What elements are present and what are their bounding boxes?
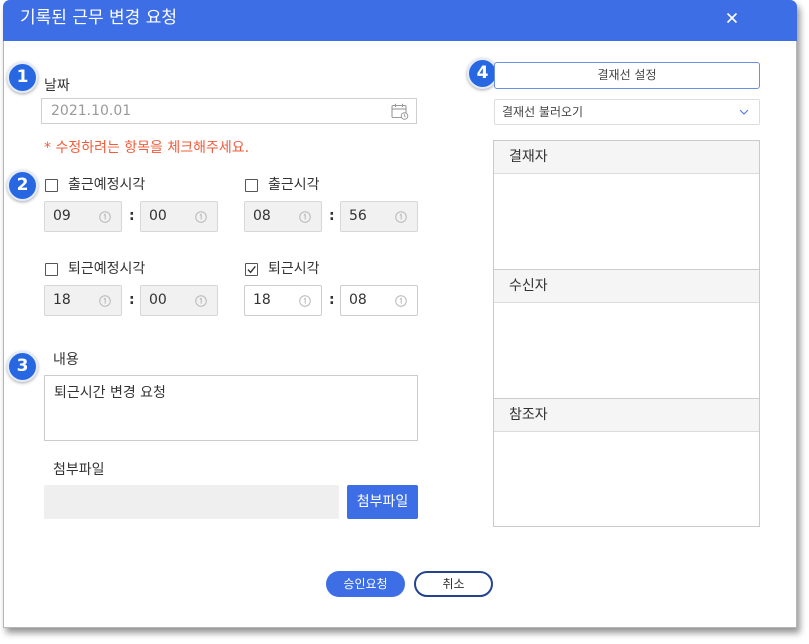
actual-in-label[interactable]: 출근시각 [268,176,320,194]
clock-icon [299,211,311,223]
minute-value: 00 [149,208,167,224]
select-value: 결재선 불러오기 [502,105,584,119]
minute-value: 56 [349,208,367,224]
actual-in-checkbox[interactable] [245,179,258,192]
clock-icon [395,295,407,307]
step-badge-date: 1 [7,62,38,93]
minute-value: 08 [349,292,367,308]
actual-out-hour-input[interactable]: 18 [244,285,322,316]
approvers-section: 결재자 [494,141,759,270]
step-badge-content: 3 [7,351,38,382]
actual-out-minute-input[interactable]: 08 [340,285,418,316]
approval-line-setup-button[interactable]: 결재선 설정 [494,62,760,89]
scheduled-in-label[interactable]: 출근예정시각 [68,176,145,194]
clock-icon [299,295,311,307]
attach-file-button[interactable]: 첨부파일 [347,485,418,519]
date-value: 2021.10.01 [51,103,132,119]
step-badge-times: 2 [7,170,38,201]
clock-icon [195,211,207,223]
dialog-title: 기록된 근무 변경 요청 [20,8,177,28]
scheduled-in-hour-input[interactable]: 09 [44,201,122,232]
attachment-file-field[interactable] [44,485,339,519]
hour-value: 18 [253,292,271,308]
clock-icon [99,295,111,307]
scheduled-out-checkbox[interactable] [45,263,58,276]
chevron-down-icon [739,109,749,115]
time-separator: : [129,292,135,308]
actual-in-hour-input[interactable]: 08 [244,201,322,232]
cc-section: 참조자 [494,399,759,527]
attachment-label: 첨부파일 [53,462,105,478]
time-separator: : [329,208,335,224]
clock-icon [99,211,111,223]
recipients-section: 수신자 [494,270,759,399]
content-label: 내용 [53,352,79,368]
recipients-list[interactable] [494,303,759,398]
approvers-header: 결재자 [494,141,759,174]
approvers-list[interactable] [494,174,759,269]
checkmark-icon [247,265,256,274]
date-label: 날짜 [44,78,70,94]
dialog-header: 기록된 근무 변경 요청 [3,0,797,41]
request-approval-button[interactable]: 승인요청 [326,571,405,597]
clock-icon [195,295,207,307]
time-separator: : [129,208,135,224]
time-group-actual-in: 출근시각 08 : 56 [244,176,422,232]
hour-value: 18 [53,292,71,308]
actual-in-minute-input[interactable]: 56 [340,201,418,232]
clock-icon [395,211,407,223]
work-change-request-dialog: 기록된 근무 변경 요청 1 2 3 4 날짜 2021.10.01 * 수정하… [3,0,797,628]
minute-value: 00 [149,292,167,308]
actual-out-checkbox[interactable] [245,263,258,276]
date-input[interactable]: 2021.10.01 [41,98,417,124]
time-group-scheduled-in: 출근예정시각 09 : 00 [44,176,222,232]
actual-out-label[interactable]: 퇴근시각 [268,260,320,278]
scheduled-in-checkbox[interactable] [45,179,58,192]
recipients-header: 수신자 [494,270,759,303]
calendar-icon[interactable] [391,103,409,120]
approval-line-panel: 결재자 수신자 참조자 [493,140,760,527]
hour-value: 08 [253,208,271,224]
approval-line-load-select[interactable]: 결재선 불러오기 [494,99,760,125]
check-notice: * 수정하려는 항목을 체크해주세요. [44,140,250,156]
cancel-button[interactable]: 취소 [414,571,493,597]
time-group-scheduled-out: 퇴근예정시각 18 : 00 [44,260,222,316]
scheduled-out-hour-input[interactable]: 18 [44,285,122,316]
time-separator: : [329,292,335,308]
cc-header: 참조자 [494,399,759,432]
scheduled-out-label[interactable]: 퇴근예정시각 [68,260,145,278]
cc-list[interactable] [494,432,759,527]
scheduled-in-minute-input[interactable]: 00 [140,201,218,232]
content-textarea[interactable]: 퇴근시간 변경 요청 [44,375,418,441]
close-icon[interactable] [726,12,738,24]
scheduled-out-minute-input[interactable]: 00 [140,285,218,316]
time-group-actual-out: 퇴근시각 18 : 08 [244,260,422,316]
hour-value: 09 [53,208,71,224]
page: 기록된 근무 변경 요청 1 2 3 4 날짜 2021.10.01 * 수정하… [0,0,809,644]
